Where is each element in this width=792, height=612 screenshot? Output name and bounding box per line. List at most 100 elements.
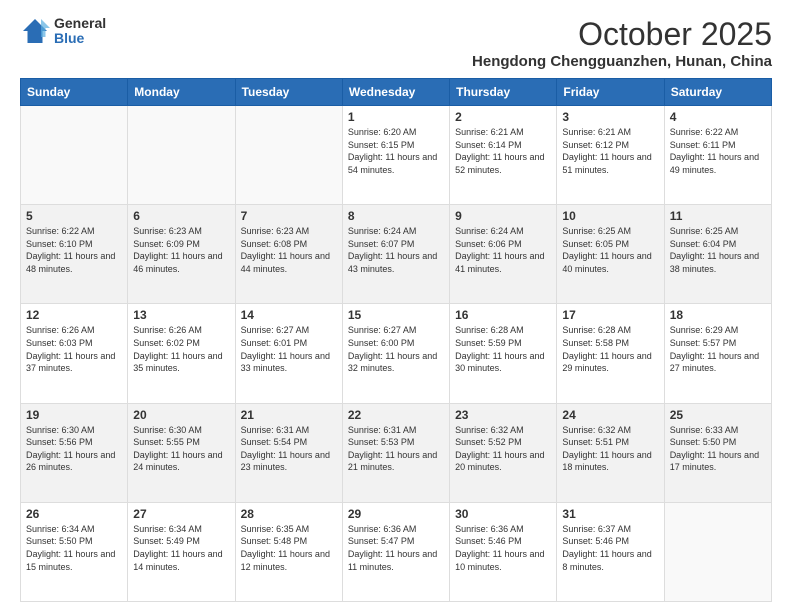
day-number: 14 bbox=[241, 308, 337, 322]
calendar-cell: 25 Sunrise: 6:33 AM Sunset: 5:50 PM Dayli… bbox=[664, 403, 771, 502]
day-info: Sunrise: 6:31 AM Sunset: 5:54 PM Dayligh… bbox=[241, 424, 337, 474]
day-number: 7 bbox=[241, 209, 337, 223]
calendar-header-monday: Monday bbox=[128, 79, 235, 106]
day-number: 13 bbox=[133, 308, 229, 322]
day-number: 22 bbox=[348, 408, 444, 422]
day-info: Sunrise: 6:32 AM Sunset: 5:52 PM Dayligh… bbox=[455, 424, 551, 474]
day-info: Sunrise: 6:27 AM Sunset: 6:00 PM Dayligh… bbox=[348, 324, 444, 374]
calendar-cell: 7Sunrise: 6:23 AM Sunset: 6:08 PM Daylig… bbox=[235, 205, 342, 304]
day-info: Sunrise: 6:27 AM Sunset: 6:01 PM Dayligh… bbox=[241, 324, 337, 374]
day-number: 10 bbox=[562, 209, 658, 223]
calendar-header-wednesday: Wednesday bbox=[342, 79, 449, 106]
day-info: Sunrise: 6:22 AM Sunset: 6:10 PM Dayligh… bbox=[26, 225, 122, 275]
day-info: Sunrise: 6:20 AM Sunset: 6:15 PM Dayligh… bbox=[348, 126, 444, 176]
day-number: 4 bbox=[670, 110, 766, 124]
day-info: Sunrise: 6:24 AM Sunset: 6:07 PM Dayligh… bbox=[348, 225, 444, 275]
day-number: 23 bbox=[455, 408, 551, 422]
day-number: 25 bbox=[670, 408, 766, 422]
day-number: 11 bbox=[670, 209, 766, 223]
calendar-cell: 30 Sunrise: 6:36 AM Sunset: 5:46 PM Dayli… bbox=[450, 502, 557, 601]
calendar-cell: 22 Sunrise: 6:31 AM Sunset: 5:53 PM Dayli… bbox=[342, 403, 449, 502]
header: General Blue October 2025 Hengdong Cheng… bbox=[20, 16, 772, 70]
calendar-header-friday: Friday bbox=[557, 79, 664, 106]
calendar-week-row: 26 Sunrise: 6:34 AM Sunset: 5:50 PM Dayli… bbox=[21, 502, 772, 601]
logo-text: General Blue bbox=[54, 16, 106, 47]
calendar-cell: 5 Sunrise: 6:22 AM Sunset: 6:10 PM Daylig… bbox=[21, 205, 128, 304]
day-info: Sunrise: 6:34 AM Sunset: 5:49 PM Dayligh… bbox=[133, 523, 229, 573]
day-info: Sunrise: 6:30 AM Sunset: 5:55 PM Dayligh… bbox=[133, 424, 229, 474]
day-info: Sunrise: 6:26 AM Sunset: 6:03 PM Dayligh… bbox=[26, 324, 122, 374]
calendar-cell: 11 Sunrise: 6:25 AM Sunset: 6:04 PM Dayli… bbox=[664, 205, 771, 304]
calendar-cell: 27 Sunrise: 6:34 AM Sunset: 5:49 PM Dayli… bbox=[128, 502, 235, 601]
day-number: 16 bbox=[455, 308, 551, 322]
day-info: Sunrise: 6:25 AM Sunset: 6:04 PM Dayligh… bbox=[670, 225, 766, 275]
month-title: October 2025 bbox=[472, 16, 772, 53]
calendar-cell: 24Sunrise: 6:32 AM Sunset: 5:51 PM Dayli… bbox=[557, 403, 664, 502]
day-number: 21 bbox=[241, 408, 337, 422]
calendar-week-row: 5 Sunrise: 6:22 AM Sunset: 6:10 PM Daylig… bbox=[21, 205, 772, 304]
calendar-cell: 17Sunrise: 6:28 AM Sunset: 5:58 PM Dayli… bbox=[557, 304, 664, 403]
day-number: 15 bbox=[348, 308, 444, 322]
day-number: 27 bbox=[133, 507, 229, 521]
title-area: October 2025 Hengdong Chengguanzhen, Hun… bbox=[472, 16, 772, 70]
calendar-cell: 8Sunrise: 6:24 AM Sunset: 6:07 PM Daylig… bbox=[342, 205, 449, 304]
day-number: 26 bbox=[26, 507, 122, 521]
calendar-cell: 14 Sunrise: 6:27 AM Sunset: 6:01 PM Dayli… bbox=[235, 304, 342, 403]
calendar-cell: 9 Sunrise: 6:24 AM Sunset: 6:06 PM Daylig… bbox=[450, 205, 557, 304]
day-info: Sunrise: 6:36 AM Sunset: 5:46 PM Dayligh… bbox=[455, 523, 551, 573]
day-number: 17 bbox=[562, 308, 658, 322]
calendar-cell: 15 Sunrise: 6:27 AM Sunset: 6:00 PM Dayli… bbox=[342, 304, 449, 403]
calendar-cell: 21 Sunrise: 6:31 AM Sunset: 5:54 PM Dayli… bbox=[235, 403, 342, 502]
calendar-cell: 19Sunrise: 6:30 AM Sunset: 5:56 PM Dayli… bbox=[21, 403, 128, 502]
calendar-cell bbox=[235, 106, 342, 205]
calendar-cell: 4Sunrise: 6:22 AM Sunset: 6:11 PM Daylig… bbox=[664, 106, 771, 205]
day-number: 20 bbox=[133, 408, 229, 422]
calendar-cell: 10Sunrise: 6:25 AM Sunset: 6:05 PM Dayli… bbox=[557, 205, 664, 304]
day-info: Sunrise: 6:31 AM Sunset: 5:53 PM Dayligh… bbox=[348, 424, 444, 474]
calendar-cell: 28Sunrise: 6:35 AM Sunset: 5:48 PM Dayli… bbox=[235, 502, 342, 601]
day-info: Sunrise: 6:37 AM Sunset: 5:46 PM Dayligh… bbox=[562, 523, 658, 573]
day-info: Sunrise: 6:34 AM Sunset: 5:50 PM Dayligh… bbox=[26, 523, 122, 573]
day-info: Sunrise: 6:24 AM Sunset: 6:06 PM Dayligh… bbox=[455, 225, 551, 275]
calendar-week-row: 12Sunrise: 6:26 AM Sunset: 6:03 PM Dayli… bbox=[21, 304, 772, 403]
calendar-week-row: 1Sunrise: 6:20 AM Sunset: 6:15 PM Daylig… bbox=[21, 106, 772, 205]
day-info: Sunrise: 6:26 AM Sunset: 6:02 PM Dayligh… bbox=[133, 324, 229, 374]
day-number: 6 bbox=[133, 209, 229, 223]
logo-blue: Blue bbox=[54, 31, 106, 46]
day-number: 9 bbox=[455, 209, 551, 223]
day-number: 2 bbox=[455, 110, 551, 124]
calendar-cell: 18 Sunrise: 6:29 AM Sunset: 5:57 PM Dayli… bbox=[664, 304, 771, 403]
calendar-header-sunday: Sunday bbox=[21, 79, 128, 106]
calendar-header-saturday: Saturday bbox=[664, 79, 771, 106]
day-info: Sunrise: 6:32 AM Sunset: 5:51 PM Dayligh… bbox=[562, 424, 658, 474]
calendar-table: SundayMondayTuesdayWednesdayThursdayFrid… bbox=[20, 78, 772, 602]
day-info: Sunrise: 6:33 AM Sunset: 5:50 PM Dayligh… bbox=[670, 424, 766, 474]
calendar-cell: 3Sunrise: 6:21 AM Sunset: 6:12 PM Daylig… bbox=[557, 106, 664, 205]
day-info: Sunrise: 6:23 AM Sunset: 6:09 PM Dayligh… bbox=[133, 225, 229, 275]
calendar-cell: 13 Sunrise: 6:26 AM Sunset: 6:02 PM Dayli… bbox=[128, 304, 235, 403]
day-info: Sunrise: 6:36 AM Sunset: 5:47 PM Dayligh… bbox=[348, 523, 444, 573]
logo-icon bbox=[20, 16, 50, 46]
calendar-cell bbox=[21, 106, 128, 205]
location: Hengdong Chengguanzhen, Hunan, China bbox=[472, 53, 772, 70]
day-number: 28 bbox=[241, 507, 337, 521]
calendar-cell bbox=[128, 106, 235, 205]
calendar-header-thursday: Thursday bbox=[450, 79, 557, 106]
calendar-cell: 31Sunrise: 6:37 AM Sunset: 5:46 PM Dayli… bbox=[557, 502, 664, 601]
day-number: 5 bbox=[26, 209, 122, 223]
calendar-cell: 20 Sunrise: 6:30 AM Sunset: 5:55 PM Dayli… bbox=[128, 403, 235, 502]
day-info: Sunrise: 6:28 AM Sunset: 5:59 PM Dayligh… bbox=[455, 324, 551, 374]
day-info: Sunrise: 6:21 AM Sunset: 6:14 PM Dayligh… bbox=[455, 126, 551, 176]
calendar-cell: 6 Sunrise: 6:23 AM Sunset: 6:09 PM Daylig… bbox=[128, 205, 235, 304]
calendar-header-tuesday: Tuesday bbox=[235, 79, 342, 106]
day-number: 19 bbox=[26, 408, 122, 422]
day-number: 18 bbox=[670, 308, 766, 322]
calendar-cell: 26 Sunrise: 6:34 AM Sunset: 5:50 PM Dayli… bbox=[21, 502, 128, 601]
calendar-cell: 29 Sunrise: 6:36 AM Sunset: 5:47 PM Dayli… bbox=[342, 502, 449, 601]
day-info: Sunrise: 6:29 AM Sunset: 5:57 PM Dayligh… bbox=[670, 324, 766, 374]
calendar-cell: 1Sunrise: 6:20 AM Sunset: 6:15 PM Daylig… bbox=[342, 106, 449, 205]
day-number: 30 bbox=[455, 507, 551, 521]
day-number: 29 bbox=[348, 507, 444, 521]
calendar-cell: 16 Sunrise: 6:28 AM Sunset: 5:59 PM Dayli… bbox=[450, 304, 557, 403]
page: General Blue October 2025 Hengdong Cheng… bbox=[0, 0, 792, 612]
